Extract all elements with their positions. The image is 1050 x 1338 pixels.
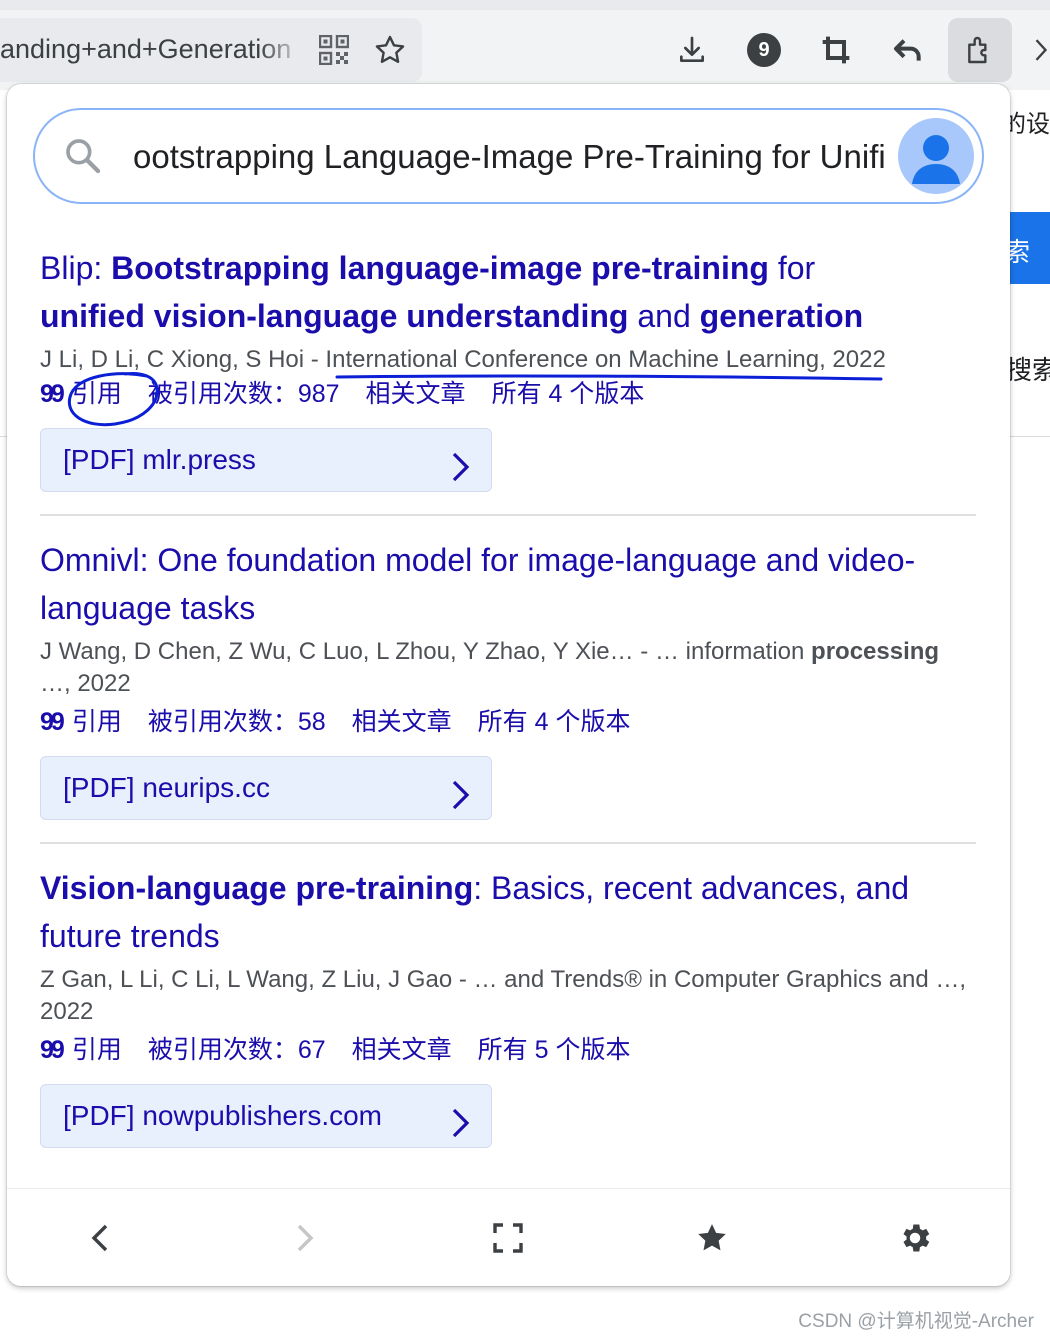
result-authors: J Wang, D Chen, Z Wu, C Luo, L Zhou, Y Z… (40, 638, 940, 697)
pdf-link-label: [PDF] nowpublishers.com (63, 1100, 383, 1131)
chevron-right-icon (449, 772, 473, 834)
result-authors: Z Gan, L Li, C Li, L Wang, Z Liu, J Gao … (40, 966, 967, 1025)
result-title[interactable]: Blip: Bootstrapping language-image pre-t… (40, 244, 976, 340)
related-articles-link[interactable]: 相关文章 (366, 378, 466, 410)
quote-icon[interactable]: 99 (40, 706, 65, 738)
background-peek-search: 搜索 (1006, 355, 1050, 385)
bookmark-star-icon[interactable] (372, 32, 408, 68)
results-list: Blip: Bootstrapping language-image pre-t… (40, 244, 976, 1148)
download-icon[interactable] (674, 32, 710, 68)
qr-code-icon[interactable] (318, 34, 350, 66)
search-input[interactable]: ootstrapping Language-Image Pre-Training… (133, 138, 885, 176)
address-bar-url[interactable]: anding+and+Generation (0, 34, 305, 65)
result-item: Blip: Bootstrapping language-image pre-t… (40, 244, 976, 492)
cited-by-link[interactable]: 被引用次数：58 (148, 706, 326, 738)
cite-link[interactable]: 引用 (72, 706, 122, 738)
result-actions: 99 引用 被引用次数：67 相关文章 所有 5 个版本 (40, 1034, 976, 1066)
pdf-link-button[interactable]: [PDF] mlr.press (40, 428, 492, 492)
cited-by-link[interactable]: 被引用次数：987 (148, 378, 340, 410)
result-item: Omnivl: One foundation model for image-l… (40, 536, 976, 820)
related-articles-link[interactable]: 相关文章 (352, 706, 452, 738)
pdf-link-label: [PDF] mlr.press (63, 444, 256, 475)
all-versions-link[interactable]: 所有 4 个版本 (478, 706, 631, 738)
result-item: Vision-language pre-training: Basics, re… (40, 864, 976, 1148)
background-divider (1010, 436, 1050, 437)
quote-icon[interactable]: 99 (40, 1034, 65, 1066)
result-authors: J Li, D Li, C Xiong, S Hoi - Internation… (40, 346, 886, 373)
watermark: CSDN @计算机视觉-Archer (798, 1311, 1034, 1332)
chevron-right-icon (449, 444, 473, 506)
undo-icon[interactable] (890, 32, 926, 68)
scholar-popup: ootstrapping Language-Image Pre-Training… (7, 84, 1010, 1286)
settings-gear-icon[interactable] (897, 1220, 933, 1256)
result-title[interactable]: Vision-language pre-training: Basics, re… (40, 864, 976, 960)
avatar[interactable] (898, 118, 974, 194)
cite-link[interactable]: 引用 (72, 378, 122, 410)
browser-toolbar: anding+and+Generation 9 (0, 0, 1050, 90)
search-bar[interactable]: ootstrapping Language-Image Pre-Training… (33, 108, 984, 204)
pdf-link-button[interactable]: [PDF] nowpublishers.com (40, 1084, 492, 1148)
popup-footer-toolbar (7, 1188, 1010, 1286)
cite-link[interactable]: 引用 (72, 1034, 122, 1066)
all-versions-link[interactable]: 所有 4 个版本 (492, 378, 645, 410)
quote-icon[interactable]: 99 (40, 378, 65, 410)
chevron-right-icon[interactable] (1032, 34, 1050, 66)
back-arrow-icon[interactable] (82, 1220, 118, 1256)
forward-arrow-icon[interactable] (287, 1220, 323, 1256)
result-actions: 99 引用 被引用次数：58 相关文章 所有 4 个版本 (40, 706, 976, 738)
result-divider (40, 842, 976, 844)
starred-icon[interactable] (694, 1220, 730, 1256)
user-avatar-icon (912, 135, 960, 184)
pdf-link-label: [PDF] neurips.cc (63, 772, 270, 803)
all-versions-link[interactable]: 所有 5 个版本 (478, 1034, 631, 1066)
cited-by-link[interactable]: 被引用次数：67 (148, 1034, 326, 1066)
result-divider (40, 514, 976, 516)
puzzle-extension-icon[interactable] (962, 32, 998, 68)
fullscreen-icon[interactable] (490, 1220, 526, 1256)
crop-icon[interactable] (818, 32, 854, 68)
related-articles-link[interactable]: 相关文章 (352, 1034, 452, 1066)
search-icon (63, 136, 103, 181)
result-actions: 99 引用 被引用次数：987 相关文章 所有 4 个版本 (40, 378, 976, 410)
chevron-right-icon (449, 1100, 473, 1162)
extension-badge-icon[interactable]: 9 (747, 33, 781, 67)
result-title[interactable]: Omnivl: One foundation model for image-l… (40, 536, 976, 632)
tab-strip (0, 0, 1050, 10)
pdf-link-button[interactable]: [PDF] neurips.cc (40, 756, 492, 820)
